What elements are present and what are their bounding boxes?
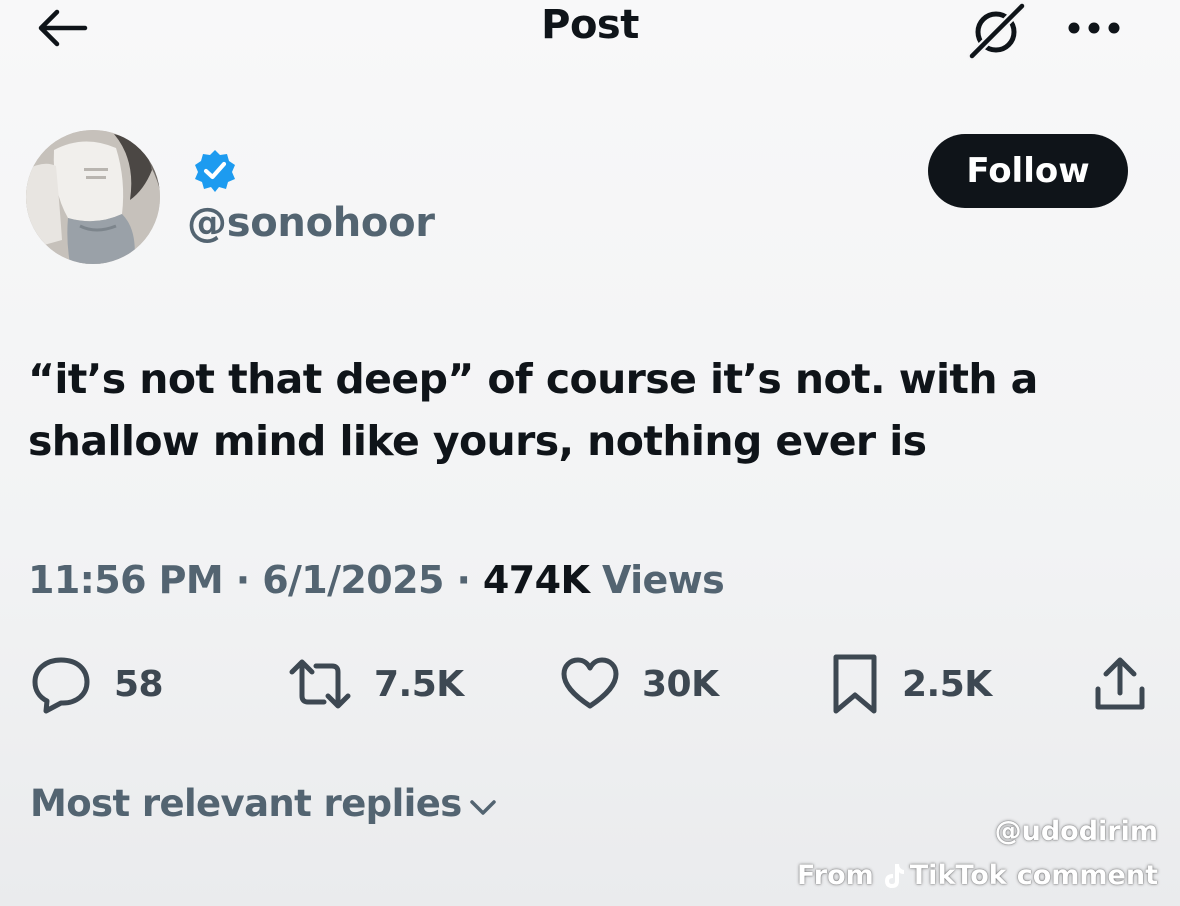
chevron-down-icon [469, 799, 496, 815]
bookmark-icon [833, 654, 877, 714]
author-handle[interactable]: @sonohoor [187, 200, 435, 246]
grok-button[interactable] [962, 0, 1032, 62]
follow-button[interactable]: Follow [928, 134, 1128, 208]
views-count: 474K [482, 558, 590, 602]
views-label: Views [601, 558, 725, 602]
watermark-username: @udodirim [994, 816, 1158, 847]
watermark-brand: TikTok [909, 860, 1007, 891]
tiktok-logo-icon [884, 863, 904, 888]
repost-icon [289, 659, 351, 709]
reply-icon [32, 657, 90, 714]
more-horizontal-icon [1068, 22, 1120, 34]
share-icon [1095, 657, 1145, 710]
tweet-text: “it’s not that deep” of course it’s not.… [28, 355, 1038, 465]
verified-badge-icon [195, 150, 235, 192]
bookmark-count: 2.5K [902, 663, 992, 705]
reply-button[interactable]: 58 [30, 652, 164, 716]
avatar[interactable] [26, 130, 160, 264]
grok-icon [967, 1, 1027, 61]
meta-separator: · [456, 558, 471, 602]
like-button[interactable]: 30K [560, 652, 719, 716]
heart-icon [561, 657, 619, 709]
more-options-button[interactable] [1058, 8, 1130, 48]
replies-sort-label: Most relevant replies [30, 782, 462, 825]
avatar-photo [26, 130, 160, 264]
share-button[interactable] [1090, 654, 1150, 714]
repost-count: 7.5K [374, 663, 464, 705]
tweet-time: 11:56 PM [28, 558, 224, 602]
watermark-from: From [797, 860, 874, 891]
bookmark-button[interactable]: 2.5K [830, 652, 992, 716]
like-count: 30K [642, 663, 719, 705]
replies-sort-dropdown[interactable]: Most relevant replies [30, 782, 498, 825]
meta-separator: · [235, 558, 250, 602]
reply-count: 58 [114, 663, 164, 705]
tweet-date[interactable]: 6/1/2025 [262, 558, 444, 602]
watermark-source: From TikTok comment [797, 860, 1158, 891]
repost-button[interactable]: 7.5K [288, 652, 464, 716]
tweet-meta: 11:56 PM · 6/1/2025 · 474K Views [28, 558, 725, 602]
watermark-suffix: comment [1016, 860, 1158, 891]
